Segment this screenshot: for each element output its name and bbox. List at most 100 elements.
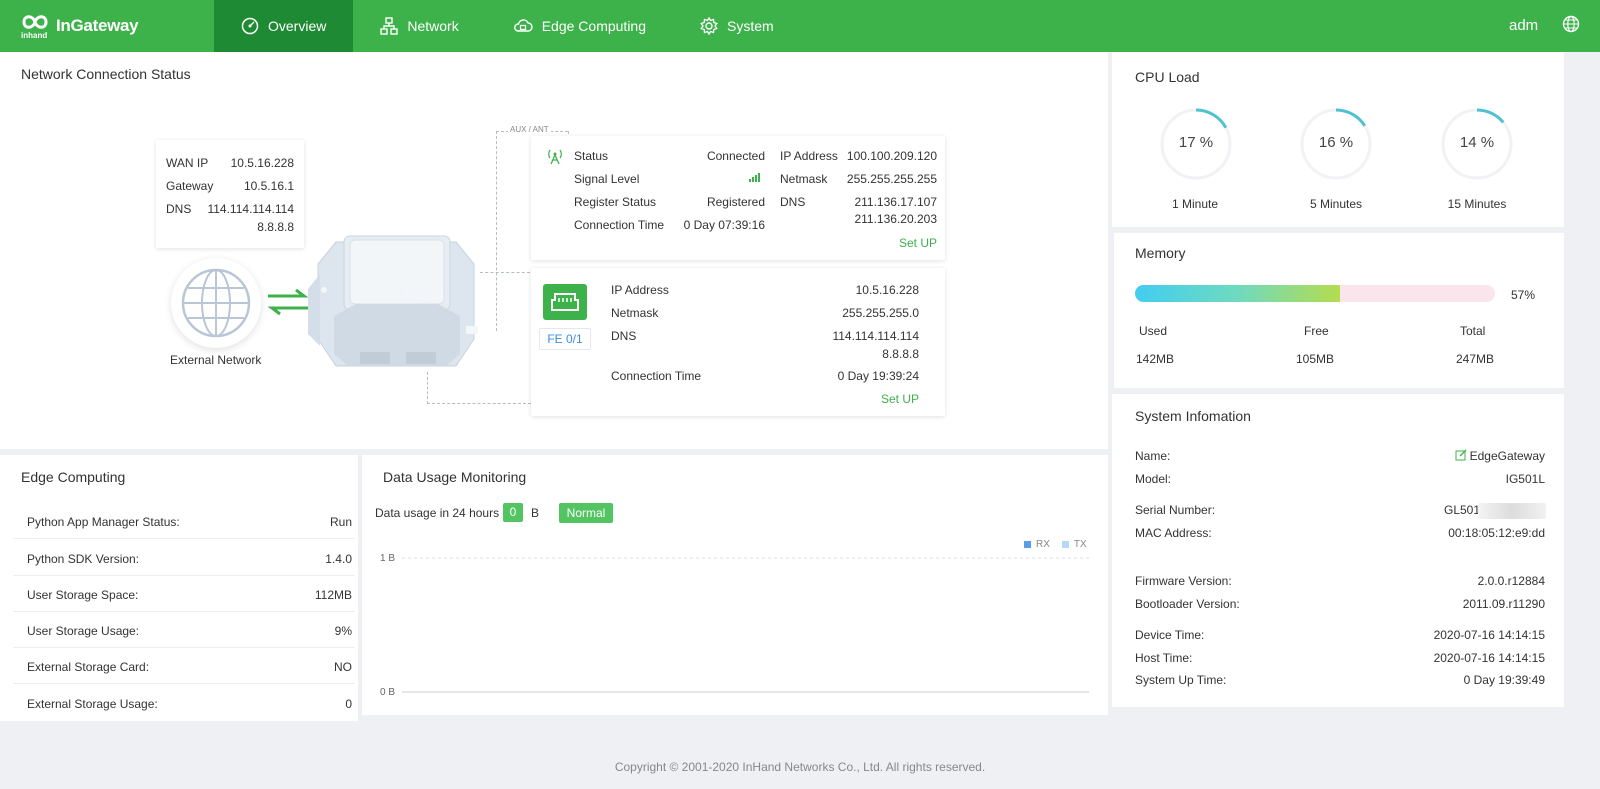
memory-bar-fill xyxy=(1135,285,1341,302)
table-row: External Storage Usage: 0 xyxy=(13,684,355,721)
external-storage-card-label: External Storage Card: xyxy=(27,660,150,674)
host-time-label: Host Time: xyxy=(1135,651,1193,665)
cpu-1min-label: 1 Minute xyxy=(1171,197,1219,211)
main-nav: Overview Network Edge Computing System xyxy=(214,0,801,52)
data-usage-value-badge: 0 xyxy=(503,503,523,522)
device-ig500-image xyxy=(308,235,478,367)
user-storage-space-label: User Storage Space: xyxy=(27,588,139,602)
serial-number-redaction xyxy=(1478,503,1546,519)
netmask-value: 255.255.255.255 xyxy=(846,172,937,186)
user-name[interactable]: adm xyxy=(1509,17,1538,34)
edit-icon[interactable] xyxy=(1455,449,1467,461)
logo[interactable]: inhand InGateway xyxy=(20,13,139,40)
user-storage-usage-value: 9% xyxy=(334,624,352,638)
dashboard-icon xyxy=(241,17,259,35)
free-label: Free xyxy=(1304,324,1329,338)
ip-address-value: 100.100.209.120 xyxy=(846,149,937,163)
register-status-value: Registered xyxy=(706,195,765,209)
ethernet-card: FE 0/1 IP Address 10.5.16.228 Netmask 25… xyxy=(531,268,945,416)
connection-time-value: 0 Day 07:39:16 xyxy=(683,218,765,232)
status-value: Connected xyxy=(706,149,765,163)
status-badge: Normal xyxy=(559,503,613,523)
logo-subtext: inhand xyxy=(21,31,48,40)
device-time-label: Device Time: xyxy=(1135,628,1205,642)
globe-icon[interactable] xyxy=(1562,15,1580,33)
logo-text: InGateway xyxy=(56,16,139,35)
signal-level-label: Signal Level xyxy=(574,172,640,186)
user-storage-space-value: 112MB xyxy=(314,588,352,602)
memory-panel: Memory 57% Used 142MB Free 105MB Total 2… xyxy=(1114,233,1564,388)
gateway-value: 10.5.16.1 xyxy=(243,179,294,193)
model-label: Model: xyxy=(1135,472,1172,486)
logo-icon: inhand xyxy=(20,13,52,40)
panel-title: Network Connection Status xyxy=(21,66,191,82)
cpu-5min-label: 5 Minutes xyxy=(1309,197,1363,211)
connection-time-value: 0 Day 19:39:24 xyxy=(837,369,919,383)
nav-edge-computing[interactable]: Edge Computing xyxy=(486,0,673,52)
nav-network[interactable]: Network xyxy=(353,0,485,52)
ethernet-setup-link[interactable]: Set UP xyxy=(881,392,919,406)
connection-time-label: Connection Time xyxy=(611,369,702,383)
total-label: Total xyxy=(1460,324,1486,338)
python-app-manager-status-value: Run xyxy=(329,515,352,529)
data-usage-panel: Data Usage Monitoring Data usage in 24 h… xyxy=(362,455,1108,715)
data-usage-unit: B xyxy=(531,506,540,520)
mac-address-value: 00:18:05:12:e9:dd xyxy=(1448,526,1545,540)
network-status-panel: Network Connection Status WAN IP 10.5.16… xyxy=(0,52,1108,449)
python-sdk-version-value: 1.4.0 xyxy=(325,552,352,566)
register-status-label: Register Status xyxy=(574,195,657,209)
port-name: FE 0/1 xyxy=(539,328,591,350)
model-value: IG501L xyxy=(1505,472,1545,486)
globe-icon xyxy=(181,268,251,338)
dns-label: DNS xyxy=(611,329,637,343)
table-row: External Storage Card: NO xyxy=(13,647,355,684)
network-icon xyxy=(380,17,399,35)
used-value: 142MB xyxy=(1136,352,1175,366)
firmware-version-value: 2.0.0.r12884 xyxy=(1477,574,1545,588)
ip-address-label: IP Address xyxy=(611,283,669,297)
link-arrows-icon xyxy=(267,288,309,316)
cpu-load-panel: CPU Load 17 % 1 Minute 16 % 5 Minutes 14… xyxy=(1112,52,1564,227)
external-network-globe xyxy=(171,258,261,348)
cpu-1min-value: 17 % xyxy=(1178,134,1214,151)
memory-bar xyxy=(1135,285,1495,302)
y-tick-label: 0 B xyxy=(380,687,395,698)
dns-value-1: 114.114.114.114 xyxy=(207,202,294,216)
total-value: 247MB xyxy=(1456,352,1495,366)
netmask-label: Netmask xyxy=(780,172,828,186)
nav-overview-label: Overview xyxy=(268,18,327,34)
python-sdk-version-label: Python SDK Version: xyxy=(27,552,140,566)
panel-title: Data Usage Monitoring xyxy=(383,469,527,485)
panel-title: CPU Load xyxy=(1135,69,1200,85)
wan-info-card: WAN IP 10.5.16.228 Gateway 10.5.16.1 DNS… xyxy=(156,140,304,248)
name-value: EdgeGateway xyxy=(1469,449,1545,463)
panel-title: System Infomation xyxy=(1135,408,1251,424)
dns-value-2: 8.8.8.8 xyxy=(257,220,294,234)
nav-system[interactable]: System xyxy=(673,0,801,52)
fe-connector-bottom xyxy=(427,372,531,404)
system-info-panel: System Infomation Name: EdgeGateway Mode… xyxy=(1112,394,1564,707)
dns-value-1: 211.136.17.107 xyxy=(854,195,937,209)
nav-overview[interactable]: Overview xyxy=(214,0,354,52)
footer-copyright: Copyright © 2001-2020 InHand Networks Co… xyxy=(614,760,986,774)
panel-title: Memory xyxy=(1135,245,1186,261)
name-label: Name: xyxy=(1135,449,1171,463)
free-value: 105MB xyxy=(1296,352,1335,366)
connection-time-label: Connection Time xyxy=(574,218,665,232)
fe-connector-mid xyxy=(480,272,530,273)
cellular-setup-link[interactable]: Set UP xyxy=(899,236,937,250)
nav-system-label: System xyxy=(727,18,774,34)
dns-value-2: 211.136.20.203 xyxy=(854,212,937,226)
wan-ip-value: 10.5.16.228 xyxy=(230,156,294,170)
ethernet-port-icon xyxy=(543,284,587,320)
device-model-label: IG500 xyxy=(405,286,444,302)
cpu-15min-label: 15 Minutes xyxy=(1447,197,1507,211)
host-time-value: 2020-07-16 14:14:15 xyxy=(1433,651,1545,665)
dns-value-2: 8.8.8.8 xyxy=(882,347,919,361)
dns-label: DNS xyxy=(166,202,192,216)
python-app-manager-status-label: Python App Manager Status: xyxy=(27,515,180,529)
aux-ant-label: AUX / ANT xyxy=(508,125,551,134)
data-usage-chart: 1 B 0 B xyxy=(380,553,1089,698)
user-storage-usage-label: User Storage Usage: xyxy=(27,624,140,638)
signal-bars-icon xyxy=(749,173,760,182)
